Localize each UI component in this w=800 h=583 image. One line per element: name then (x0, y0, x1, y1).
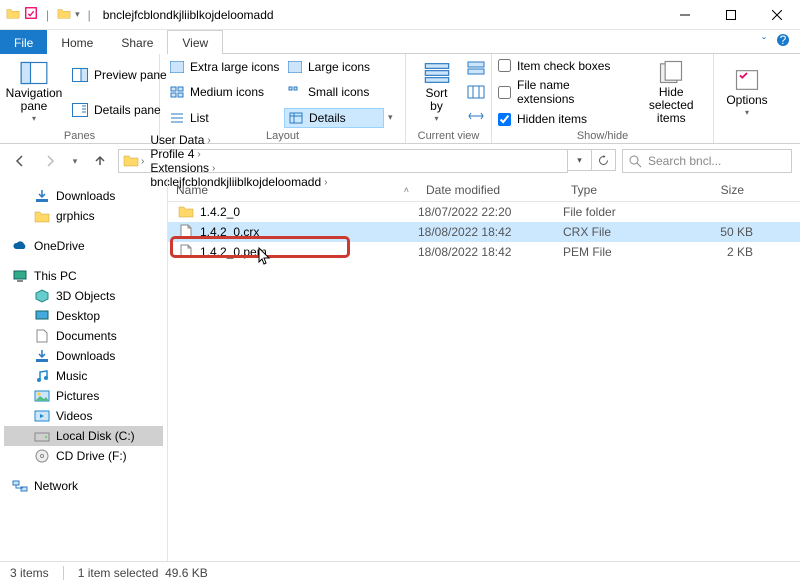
add-columns-icon[interactable] (467, 85, 485, 102)
tree-node[interactable]: Pictures (4, 386, 163, 406)
refresh-button[interactable] (592, 149, 616, 171)
tree-node[interactable]: Local Disk (C:) (4, 426, 163, 446)
search-placeholder: Search bncl... (648, 154, 721, 168)
chevron-down-icon: ▾ (32, 115, 36, 124)
tree-node[interactable]: Videos (4, 406, 163, 426)
options-button[interactable]: Options ▾ (720, 57, 774, 128)
hide-selected-button[interactable]: Hide selected items (635, 57, 707, 128)
tree-node[interactable]: Music (4, 366, 163, 386)
tree-node[interactable]: Downloads (4, 346, 163, 366)
chevron-right-icon[interactable]: › (207, 135, 210, 146)
minimize-button[interactable] (662, 0, 708, 29)
status-selection: 1 item selected 49.6 KB (78, 566, 208, 580)
qa-folder-icon (6, 6, 20, 23)
back-button[interactable] (8, 149, 32, 173)
qa-separator: | (46, 8, 49, 22)
window-title: bnclejfcblondkjliiblkojdeloomadd (101, 8, 662, 22)
layout-list-button[interactable]: List (166, 108, 284, 128)
tree-node[interactable]: OneDrive (4, 236, 163, 256)
address-dropdown-button[interactable]: ▾ (568, 149, 592, 171)
help-icon[interactable]: ? (776, 33, 790, 50)
chevron-down-icon: ▾ (745, 109, 749, 118)
navigation-pane-button[interactable]: Navigation pane ▾ (6, 57, 62, 128)
qa-dropdown-icon[interactable]: ▾ (75, 9, 80, 20)
tab-file[interactable]: File (0, 30, 47, 54)
table-row[interactable]: 1.4.2_0.crx18/08/2022 18:42CRX File50 KB (168, 222, 800, 242)
column-type[interactable]: Type (563, 183, 673, 197)
search-icon (629, 155, 642, 168)
file-icon (178, 244, 194, 261)
size-columns-icon[interactable] (467, 109, 485, 126)
file-extensions-toggle[interactable]: File name extensions (498, 78, 629, 106)
qa-separator-2: | (88, 8, 91, 22)
close-button[interactable] (754, 0, 800, 29)
ribbon-expand-icon[interactable]: ˇ (762, 35, 766, 49)
chevron-down-icon: ▾ (434, 115, 438, 124)
tree-node[interactable]: Desktop (4, 306, 163, 326)
tree-node[interactable]: 3D Objects (4, 286, 163, 306)
qa-folder-icon-2 (57, 6, 71, 23)
preview-pane-button[interactable]: Preview pane (68, 66, 171, 84)
column-name[interactable]: Name˄ (168, 183, 418, 197)
group-by-icon[interactable] (467, 61, 485, 78)
search-input[interactable]: Search bncl... (622, 149, 792, 173)
breadcrumb[interactable]: Extensions› (146, 161, 331, 175)
table-row[interactable]: 1.4.2_018/07/2022 22:20File folder (168, 202, 800, 222)
tree-node[interactable]: Network (4, 476, 163, 496)
sort-asc-icon: ˄ (404, 185, 409, 195)
tree-node[interactable]: Documents (4, 326, 163, 346)
tree-node[interactable]: This PC (4, 266, 163, 286)
column-size[interactable]: Size (673, 183, 753, 197)
navigation-pane-label: Navigation pane (6, 87, 63, 113)
layout-overflow-icon[interactable]: ▾ (384, 112, 397, 123)
status-item-count: 3 items (10, 566, 49, 580)
qa-save-icon[interactable] (24, 6, 38, 23)
file-icon (178, 224, 194, 241)
tab-view[interactable]: View (167, 30, 223, 54)
up-button[interactable] (88, 149, 112, 173)
group-current-label: Current view (412, 128, 485, 142)
breadcrumb[interactable]: User Data› (146, 133, 331, 147)
layout-lg-button[interactable]: Large icons (284, 58, 384, 76)
chevron-right-icon[interactable]: › (212, 163, 215, 174)
address-bar[interactable]: › User Data›Profile 4›Extensions›bnclejf… (118, 149, 568, 173)
tree-node[interactable]: Downloads (4, 186, 163, 206)
group-panes-label: Panes (6, 128, 153, 142)
layout-details-button[interactable]: Details (284, 108, 384, 128)
hidden-items-toggle[interactable]: Hidden items (498, 112, 629, 126)
chevron-right-icon[interactable]: › (141, 156, 144, 167)
group-showhide-label: Show/hide (498, 128, 707, 142)
maximize-button[interactable] (708, 0, 754, 29)
navigation-tree[interactable]: DownloadsgrphicsOneDriveThis PC3D Object… (0, 178, 168, 561)
chevron-right-icon[interactable]: › (197, 149, 200, 160)
sort-by-button[interactable]: Sort by ▾ (412, 57, 461, 128)
forward-button[interactable] (38, 149, 62, 173)
folder-icon (123, 153, 139, 170)
item-checkboxes-toggle[interactable]: Item check boxes (498, 59, 629, 73)
tab-home[interactable]: Home (47, 30, 107, 54)
svg-text:?: ? (780, 33, 787, 47)
tab-share[interactable]: Share (107, 30, 167, 54)
breadcrumb[interactable]: Profile 4› (146, 147, 331, 161)
column-date[interactable]: Date modified (418, 183, 563, 197)
layout-xl-button[interactable]: Extra large icons (166, 58, 284, 76)
folder-icon (178, 204, 194, 221)
tree-node[interactable]: CD Drive (F:) (4, 446, 163, 466)
layout-sm-button[interactable]: Small icons (284, 83, 384, 101)
layout-md-button[interactable]: Medium icons (166, 83, 284, 101)
details-pane-button[interactable]: Details pane (68, 101, 171, 119)
recent-locations-button[interactable]: ▾ (68, 149, 82, 173)
table-row[interactable]: 1.4.2_0.pem18/08/2022 18:42PEM File2 KB (168, 242, 800, 262)
tree-node[interactable]: grphics (4, 206, 163, 226)
